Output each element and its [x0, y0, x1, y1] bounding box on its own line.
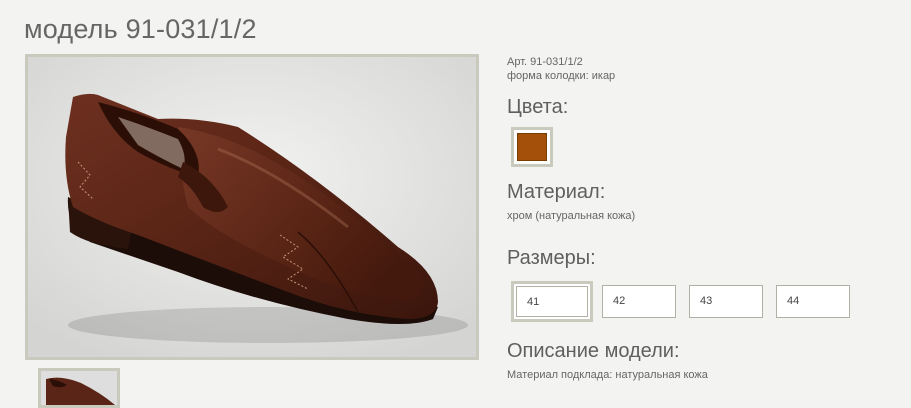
article-number: Арт. 91-031/1/2	[507, 56, 583, 68]
product-main-photo[interactable]	[25, 54, 479, 360]
shoe-image	[28, 57, 476, 357]
description-text: Материал подклада: натуральная кожа	[507, 369, 708, 381]
color-swatch-brown	[517, 133, 547, 161]
description-heading: Описание модели:	[507, 340, 680, 362]
product-thumbnail[interactable]	[38, 368, 120, 408]
last-form: форма колодки: икар	[507, 70, 616, 82]
size-option-42[interactable]: 42	[602, 285, 676, 318]
color-swatch-selected[interactable]	[511, 127, 553, 167]
sizes-heading: Размеры:	[507, 247, 596, 269]
size-option-41[interactable]: 41	[511, 281, 593, 322]
size-option-43[interactable]: 43	[689, 285, 763, 318]
size-option-44[interactable]: 44	[776, 285, 850, 318]
shoe-thumbnail-image	[41, 371, 117, 405]
size-label: 41	[516, 286, 588, 317]
page-title: модель 91-031/1/2	[24, 14, 257, 44]
material-text: хром (натуральная кожа)	[507, 210, 636, 222]
colors-heading: Цвета:	[507, 96, 569, 118]
material-heading: Материал:	[507, 181, 606, 203]
